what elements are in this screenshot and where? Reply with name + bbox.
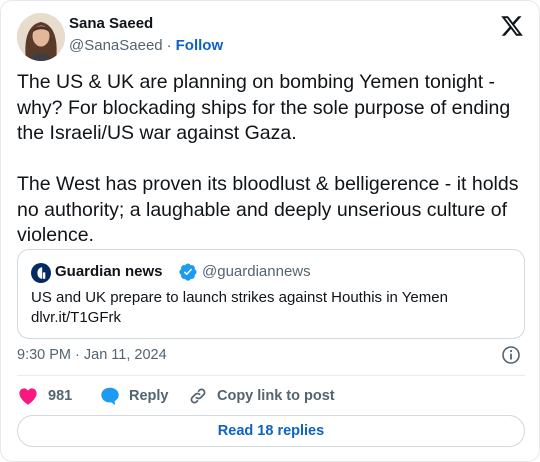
quoted-post[interactable]: Guardian news @guardiannews US and UK pr… [17,249,525,339]
author-handle-line: @SanaSaeed · Follow [69,37,223,54]
copy-link-label: Copy link to post [217,388,335,404]
copy-link-button[interactable]: Copy link to post [187,385,335,407]
heart-icon [19,388,37,405]
like-button[interactable]: 981 [17,385,99,407]
quoted-headline: US and UK prepare to launch strikes agai… [31,289,448,306]
verified-badge-icon [179,263,197,281]
reply-bubble-icon [101,387,119,405]
author-handle[interactable]: @SanaSaeed [69,37,163,54]
x-logo-icon[interactable] [500,14,524,38]
post-timestamp[interactable]: 9:30 PM · Jan 11, 2024 [17,347,167,363]
link-icon [190,388,206,404]
action-bar: 981 Reply Copy link to post [17,385,335,407]
embedded-post-card: Sana Saeed @SanaSaeed · Follow The US & UK… [0,0,540,462]
quoted-author-handle: @guardiannews [202,263,311,280]
quoted-text: US and UK prepare to launch strikes agai… [31,288,511,328]
info-icon[interactable] [501,345,521,365]
author-name[interactable]: Sana Saeed [69,15,153,32]
reply-button[interactable]: Reply [99,385,187,407]
divider [17,375,525,376]
guardian-logo-icon [31,263,51,283]
reply-label: Reply [129,388,169,404]
quoted-link[interactable]: dlvr.it/T1GFrk [31,308,511,328]
read-replies-button[interactable]: Read 18 replies [17,415,525,447]
author-avatar[interactable] [17,13,65,61]
tweet-text: The US & UK are planning on bombing Yeme… [17,71,519,246]
handle-separator: · [166,37,172,54]
follow-link[interactable]: Follow [176,37,224,54]
quoted-author-name: Guardian news [55,263,163,280]
like-count: 981 [48,388,73,404]
